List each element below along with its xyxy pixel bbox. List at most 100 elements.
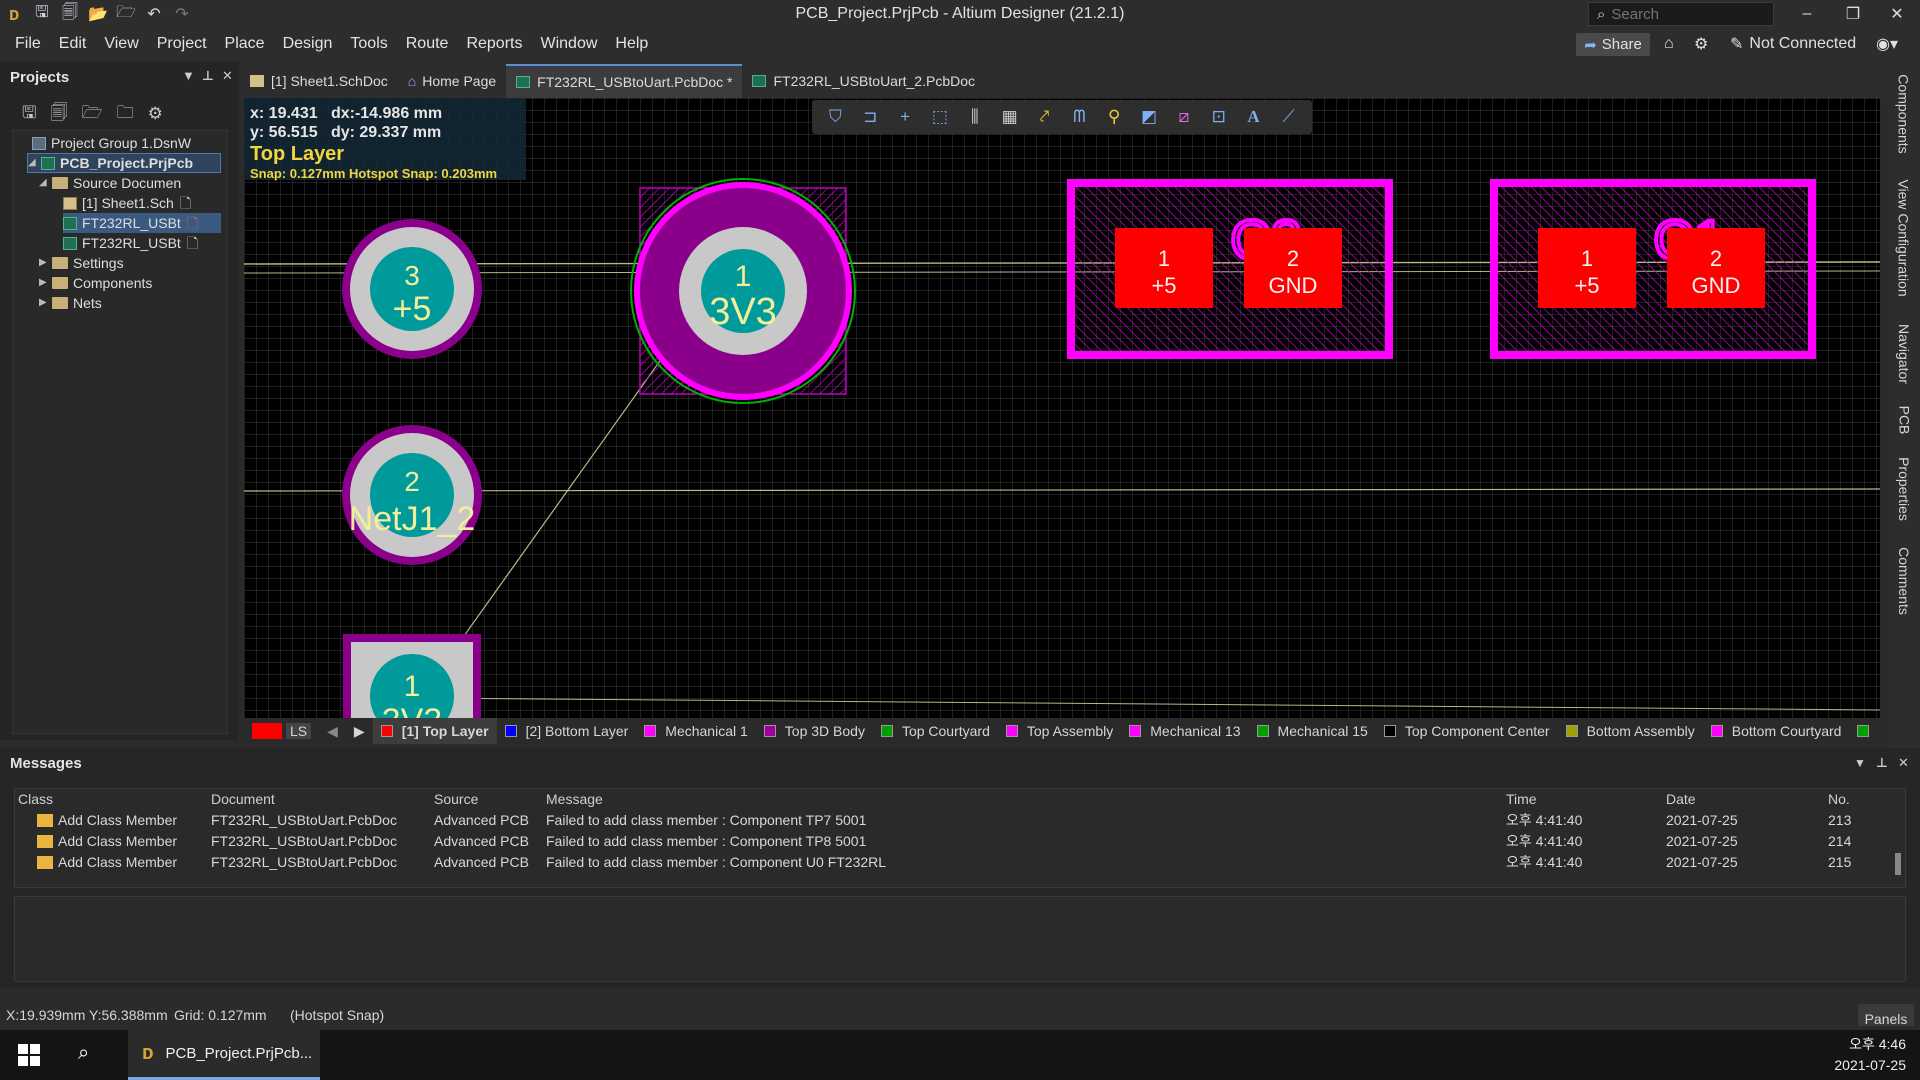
menu-place[interactable]: Place — [216, 28, 274, 60]
panel-tab-comments[interactable]: Comments — [1891, 538, 1917, 624]
text-icon[interactable]: A — [1240, 103, 1268, 131]
open-folder-icon[interactable]: 📂 — [84, 0, 112, 28]
tree-item-components[interactable]: ▶ Components — [39, 273, 152, 293]
menu-edit[interactable]: Edit — [50, 28, 96, 60]
pin-icon[interactable]: ⊥ — [202, 68, 214, 84]
windows-start-icon[interactable] — [18, 1044, 40, 1066]
redo-icon[interactable]: ↷ — [168, 0, 196, 28]
tree-item-pcb-project[interactable]: ◢ PCB_Project.PrjPcb — [27, 153, 221, 173]
system-clock[interactable]: 오후 4:46 2021-07-25 — [1834, 1034, 1906, 1076]
layer-tab-bottom-layer[interactable]: [2] Bottom Layer — [497, 718, 637, 744]
layer-tab-top-layer[interactable]: [1] Top Layer — [372, 718, 497, 744]
menu-route[interactable]: Route — [397, 28, 458, 60]
pad-3-plus5[interactable]: 3 +5 — [342, 219, 482, 359]
layer-tab-mechanical-13[interactable]: Mechanical 13 — [1121, 718, 1248, 744]
column-header-class[interactable]: Class — [18, 789, 53, 810]
pcb-canvas[interactable]: 3 +5 1 3V3 2 NetJ1_2 1 3V3 — [244, 98, 1880, 718]
filter-icon[interactable]: ⛉ — [821, 103, 849, 131]
project-options-icon[interactable]: ⚙ — [148, 104, 163, 124]
user-account-icon[interactable]: ◉▾ — [1876, 31, 1898, 57]
save-all-icon[interactable]: 🗐 — [56, 0, 84, 28]
tab-pcbdoc-active[interactable]: FT232RL_USBtoUart.PcbDoc * — [506, 64, 743, 98]
share-button[interactable]: ➦ Share — [1576, 33, 1650, 56]
column-header-message[interactable]: Message — [546, 789, 603, 810]
layer-tab-more[interactable] — [1849, 718, 1886, 744]
line-icon[interactable]: ⟋ — [1274, 103, 1302, 131]
layer-tab-top-courtyard[interactable]: Top Courtyard — [873, 718, 998, 744]
tree-item-pcbdoc-2[interactable]: FT232RL_USBt 🗋 — [63, 233, 198, 253]
panel-menu-icon[interactable]: ▼ — [182, 68, 195, 83]
minimize-button[interactable]: – — [1784, 0, 1830, 28]
restore-button[interactable]: ❐ — [1830, 0, 1876, 28]
layer-set-selector[interactable]: LS — [244, 718, 319, 744]
tree-item-sheet1[interactable]: [1] Sheet1.Sch 🗋 — [63, 193, 191, 213]
menu-window[interactable]: Window — [531, 28, 606, 60]
tree-item-pcbdoc-1[interactable]: FT232RL_USBt 🗋 — [63, 213, 221, 233]
column-header-document[interactable]: Document — [211, 789, 275, 810]
pcb-drawing[interactable]: 3 +5 1 3V3 2 NetJ1_2 1 3V3 — [244, 98, 1880, 718]
tab-sheet1-schdoc[interactable]: [1] Sheet1.SchDoc — [240, 64, 398, 98]
table-row[interactable]: Add Class Member FT232RL_USBtoUart.PcbDo… — [15, 831, 1885, 852]
layer-scroll-left-icon[interactable]: ◀ — [319, 718, 346, 744]
column-header-no[interactable]: No. — [1828, 789, 1850, 810]
gear-icon[interactable]: ⚙ — [1694, 31, 1708, 57]
route-icon[interactable]: ⤤ — [1030, 103, 1058, 131]
table-row[interactable]: Add Class Member FT232RL_USBtoUart.PcbDo… — [15, 810, 1885, 831]
save-icon[interactable]: 🖫 — [28, 0, 56, 28]
layer-tab-bottom-courtyard[interactable]: Bottom Courtyard — [1703, 718, 1850, 744]
tab-pcbdoc-2[interactable]: FT232RL_USBtoUart_2.PcbDoc — [742, 64, 985, 98]
tree-item-settings[interactable]: ▶ Settings — [39, 253, 124, 273]
menu-tools[interactable]: Tools — [341, 28, 396, 60]
layer-tab-top-assembly[interactable]: Top Assembly — [998, 718, 1121, 744]
tree-item-project-group[interactable]: Project Group 1.DsnW — [19, 133, 191, 153]
scrollbar-thumb[interactable] — [1895, 853, 1901, 875]
close-button[interactable]: ✕ — [1874, 0, 1920, 28]
search-icon[interactable]: ⌕ — [78, 1042, 89, 1065]
menu-reports[interactable]: Reports — [457, 28, 531, 60]
polygon-icon[interactable]: ◩ — [1135, 103, 1163, 131]
layer-tab-mechanical-1[interactable]: Mechanical 1 — [636, 718, 756, 744]
messages-scrollbar[interactable] — [1891, 789, 1905, 887]
panel-tab-pcb[interactable]: PCB — [1891, 400, 1917, 440]
interactive-length-icon[interactable]: ᗰ — [1065, 103, 1093, 131]
close-panel-icon[interactable]: ✕ — [222, 68, 233, 84]
component-c1[interactable]: C1 1 +5 2 GND — [1490, 179, 1816, 359]
global-search[interactable]: ⌕ — [1588, 2, 1774, 26]
panels-button[interactable]: Panels — [1858, 1004, 1914, 1027]
panel-tab-navigator[interactable]: Navigator — [1891, 314, 1917, 394]
close-panel-icon[interactable]: ✕ — [1898, 755, 1909, 771]
taskbar-app-altium[interactable]: ᴅ PCB_Project.PrjPcb... — [128, 1030, 320, 1080]
connection-status[interactable]: ✎ Not Connected — [1730, 31, 1856, 57]
via-icon[interactable]: ⚲ — [1100, 103, 1128, 131]
compile-icon[interactable]: 🗐 — [50, 100, 67, 129]
layer-tab-mechanical-15[interactable]: Mechanical 15 — [1249, 718, 1376, 744]
menu-help[interactable]: Help — [606, 28, 657, 60]
home-icon[interactable]: ⌂ — [1664, 31, 1674, 57]
global-search-input[interactable] — [1611, 5, 1752, 23]
save-project-icon[interactable]: 🖫 — [22, 100, 36, 129]
column-header-date[interactable]: Date — [1666, 789, 1696, 810]
menu-project[interactable]: Project — [148, 28, 216, 60]
menu-file[interactable]: File — [6, 28, 50, 60]
dimension-icon[interactable]: ⊡ — [1205, 103, 1233, 131]
panel-tab-view-configuration[interactable]: View Configuration — [1891, 168, 1917, 308]
column-header-source[interactable]: Source — [434, 789, 478, 810]
component-icon[interactable]: ▦ — [996, 103, 1024, 131]
keepout-icon[interactable]: ⧄ — [1170, 103, 1198, 131]
undo-icon[interactable]: ↶ — [140, 0, 168, 28]
tab-home-page[interactable]: ⌂ Home Page — [398, 64, 506, 98]
add-project-icon[interactable]: 🗀 — [117, 100, 134, 129]
align-distribute-icon[interactable]: ⫼ — [961, 103, 989, 131]
tree-item-source-documents[interactable]: ◢ Source Documen — [39, 173, 181, 193]
open-project-icon[interactable]: 🗁 — [81, 100, 102, 129]
pad-1-square[interactable]: 1 3V3 — [343, 634, 481, 718]
table-row[interactable]: Add Class Member FT232RL_USBtoUart.PcbDo… — [15, 852, 1885, 873]
open-project-icon[interactable]: 🗁 — [112, 0, 140, 28]
menu-view[interactable]: View — [95, 28, 147, 60]
component-c2[interactable]: C2 1 +5 2 GND — [1067, 179, 1393, 359]
pin-icon[interactable]: ⊥ — [1876, 755, 1888, 771]
layer-tab-top-3d-body[interactable]: Top 3D Body — [756, 718, 873, 744]
cross-icon[interactable]: + — [891, 103, 919, 131]
panel-tab-properties[interactable]: Properties — [1891, 446, 1917, 532]
select-icon[interactable]: ⬚ — [926, 103, 954, 131]
